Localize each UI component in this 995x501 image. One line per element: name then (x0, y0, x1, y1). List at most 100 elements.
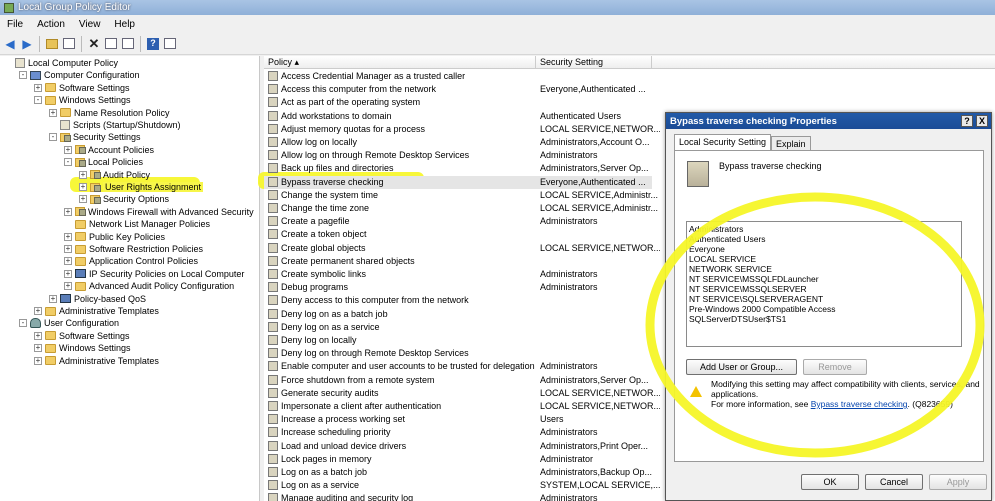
menu-view[interactable]: View (72, 19, 108, 30)
collapse-icon[interactable]: - (49, 133, 57, 142)
expand-icon[interactable]: + (64, 245, 72, 253)
properties-icon[interactable] (103, 36, 119, 52)
tree-node[interactable]: + Account Policies (64, 144, 154, 156)
list-item[interactable]: Administrators (689, 224, 959, 234)
expand-icon[interactable]: + (64, 269, 72, 278)
expand-icon[interactable]: + (79, 170, 87, 179)
tree-node[interactable]: +Network List Manager Policies (64, 218, 210, 230)
add-user-or-group-button[interactable]: Add User or Group... (686, 359, 797, 375)
table-row[interactable]: Deny log on through Remote Desktop Servi… (264, 347, 664, 360)
tree-node[interactable]: + User Rights Assignment (79, 181, 204, 193)
expand-icon[interactable]: + (64, 232, 72, 241)
table-row[interactable]: Log on as a batch job Administrators,Back… (264, 466, 664, 479)
tree-node[interactable]: + Software Settings (34, 330, 130, 342)
tab-local-security-setting[interactable]: Local Security Setting (674, 134, 772, 150)
tree-node[interactable]: +Local Computer Policy (4, 57, 118, 69)
help-icon[interactable]: ? (145, 36, 161, 52)
tree-node[interactable]: + Software Restriction Policies (64, 243, 203, 255)
tree-node[interactable]: - Local Policies (64, 156, 143, 168)
tree-node[interactable]: + Software Settings (34, 82, 130, 94)
table-row[interactable]: Act as part of the operating system (264, 96, 664, 109)
expand-icon[interactable]: + (34, 344, 42, 353)
table-row[interactable]: Deny log on locally (264, 334, 664, 347)
table-row[interactable]: Enable computer and user accounts to be … (264, 360, 664, 373)
tab-explain[interactable]: Explain (771, 136, 811, 150)
table-row[interactable]: Generate security audits LOCAL SERVICE,NE… (264, 387, 664, 400)
table-row[interactable]: Allow log on locally Administrators,Accou… (264, 136, 664, 149)
tree-node[interactable]: - Windows Settings (34, 94, 131, 106)
expand-icon[interactable]: + (79, 195, 87, 204)
expand-icon[interactable]: + (34, 331, 42, 340)
expand-icon[interactable]: + (79, 183, 87, 191)
table-row[interactable]: Increase a process working set Users (264, 413, 664, 426)
table-row[interactable]: Force shutdown from a remote system Admin… (264, 374, 664, 387)
list-item[interactable]: Authenticated Users (689, 234, 959, 244)
export-list-icon[interactable] (120, 36, 136, 52)
expand-icon[interactable]: + (64, 145, 72, 154)
forward-arrow-icon[interactable]: ▶ (19, 36, 35, 52)
tree-node[interactable]: + Public Key Policies (64, 231, 165, 243)
table-row[interactable]: Debug programs Administrators (264, 281, 664, 294)
tree-node[interactable]: +Scripts (Startup/Shutdown) (49, 119, 181, 131)
table-row[interactable]: Create a pagefile Administrators (264, 215, 664, 228)
list-item[interactable]: NT SERVICE\SQLSERVERAGENT (689, 294, 959, 304)
table-row[interactable]: Create a token object (264, 228, 664, 241)
members-listbox[interactable]: Administrators Authenticated Users Everyon… (686, 221, 962, 347)
back-arrow-icon[interactable]: ◀ (2, 36, 18, 52)
delete-icon[interactable]: ✕ (86, 36, 102, 52)
table-row[interactable]: Access Credential Manager as a trusted c… (264, 70, 664, 83)
tree-node[interactable]: + Security Options (79, 193, 169, 205)
table-row[interactable]: Adjust memory quotas for a process LOCAL … (264, 123, 664, 136)
list-item[interactable]: Everyone (689, 244, 959, 254)
table-row[interactable]: Create symbolic links Administrators (264, 268, 664, 281)
expand-icon[interactable]: + (49, 108, 57, 117)
expand-icon[interactable]: + (34, 356, 42, 365)
table-row[interactable]: Bypass traverse checking Everyone,Authent… (264, 175, 652, 189)
expand-icon[interactable]: + (34, 307, 42, 315)
table-row[interactable]: Load and unload device drivers Administra… (264, 440, 664, 453)
tree-node[interactable]: + Application Control Policies (64, 255, 198, 267)
table-row[interactable]: Impersonate a client after authenticatio… (264, 400, 664, 413)
expand-icon[interactable]: + (64, 257, 72, 266)
tree-node[interactable]: + Administrative Templates (34, 355, 159, 367)
list-item[interactable]: SQLServerDTSUser$TS1 (689, 314, 959, 324)
table-row[interactable]: Add workstations to domain Authenticated … (264, 110, 664, 123)
column-header-security-setting[interactable]: Security Setting (536, 56, 652, 69)
expand-icon[interactable]: + (64, 207, 72, 216)
table-row[interactable]: Deny log on as a batch job (264, 308, 664, 321)
collapse-icon[interactable]: - (64, 158, 72, 167)
list-item[interactable]: NETWORK SERVICE (689, 264, 959, 274)
dialog-close-button[interactable]: X (976, 115, 988, 127)
table-row[interactable]: Back up files and directories Administrat… (264, 162, 664, 175)
table-row[interactable]: Increase scheduling priority Administrato… (264, 426, 664, 439)
tree-node[interactable]: + Windows Firewall with Advanced Security (64, 206, 254, 218)
column-header-policy[interactable]: Policy ▴ (264, 56, 536, 69)
more-info-link[interactable]: Bypass traverse checking (811, 399, 908, 409)
table-row[interactable]: Deny log on as a service (264, 321, 664, 334)
tree-node[interactable]: + Administrative Templates (34, 305, 159, 317)
table-row[interactable]: Log on as a service SYSTEM,LOCAL SERVICE,… (264, 479, 664, 492)
menu-help[interactable]: Help (107, 19, 142, 30)
table-row[interactable]: Create global objects LOCAL SERVICE,NETWO… (264, 242, 664, 255)
table-row[interactable]: Allow log on through Remote Desktop Serv… (264, 149, 664, 162)
table-row[interactable]: Change the time zone LOCAL SERVICE,Admini… (264, 202, 664, 215)
expand-icon[interactable]: + (64, 282, 72, 291)
tree-node[interactable]: + Name Resolution Policy (49, 107, 170, 119)
list-item[interactable]: Pre-Windows 2000 Compatible Access (689, 304, 959, 314)
list-item[interactable]: NT SERVICE\MSSQLSERVER (689, 284, 959, 294)
tree-node[interactable]: - User Configuration (19, 317, 119, 329)
menu-file[interactable]: File (0, 19, 30, 30)
expand-icon[interactable]: + (49, 294, 57, 303)
show-hide-tree-icon[interactable] (61, 36, 77, 52)
dialog-help-button[interactable]: ? (961, 115, 973, 127)
tree-node[interactable]: + Windows Settings (34, 342, 131, 354)
list-item[interactable]: NT SERVICE\MSSQLFDLauncher (689, 274, 959, 284)
view-pane-icon[interactable] (162, 36, 178, 52)
table-row[interactable]: Deny access to this computer from the ne… (264, 294, 664, 307)
collapse-icon[interactable]: - (19, 319, 27, 328)
tree-node[interactable]: + IP Security Policies on Local Computer (64, 268, 244, 280)
expand-icon[interactable]: + (34, 83, 42, 92)
collapse-icon[interactable]: - (19, 71, 27, 80)
tree-node[interactable]: + Advanced Audit Policy Configuration (64, 280, 234, 292)
apply-button[interactable]: Apply (929, 474, 987, 490)
